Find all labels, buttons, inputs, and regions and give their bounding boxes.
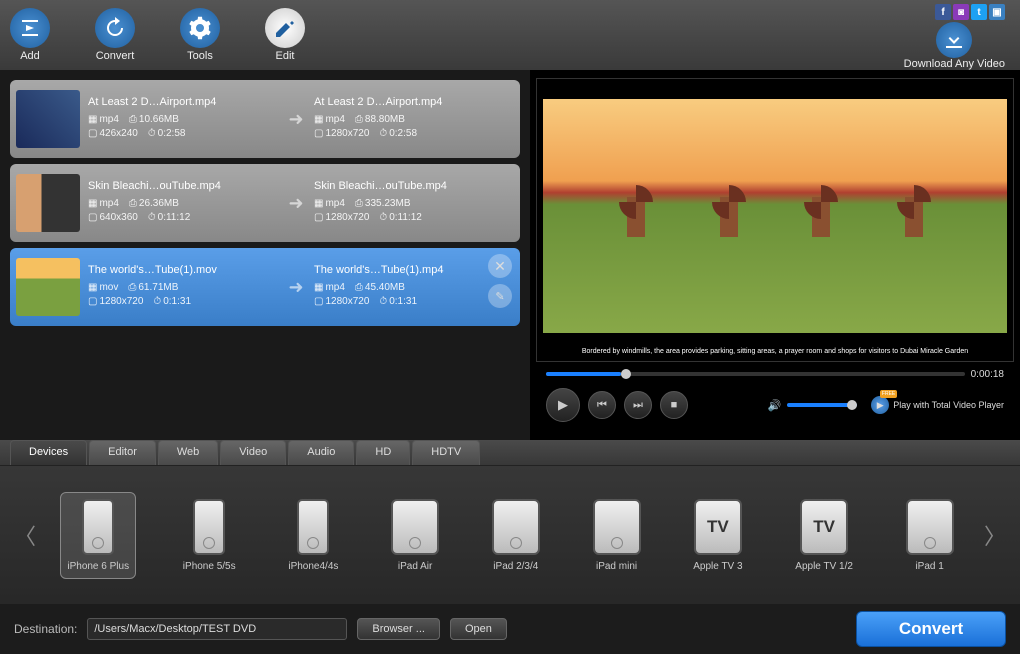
tab-devices[interactable]: Devices (10, 440, 87, 465)
add-button[interactable]: Add (10, 8, 50, 62)
volume-slider[interactable] (787, 403, 857, 407)
arrow-icon: ➜ (278, 277, 314, 298)
preview-caption: Bordered by windmills, the area provides… (537, 348, 1013, 355)
add-label: Add (20, 50, 40, 62)
next-button[interactable]: ⏭ (624, 391, 652, 419)
toolbar-right: f ◙ t ▣ Download Any Video (904, 4, 1005, 70)
close-icon[interactable]: ✕ (488, 254, 512, 278)
file-source: Skin Bleachi…ouTube.mp4 ▦ mp4⎙ 26.36MB ▢… (88, 180, 278, 226)
convert-label: Convert (96, 50, 135, 62)
download-label: Download Any Video (904, 58, 1005, 70)
seek-bar[interactable]: 0:00:18 (546, 368, 1004, 380)
device-ipadmini[interactable]: iPad mini (587, 493, 647, 578)
file-thumbnail (16, 174, 80, 232)
tools-button[interactable]: Tools (180, 8, 220, 62)
file-name: Skin Bleachi…ouTube.mp4 (314, 180, 504, 192)
file-name: At Least 2 D…Airport.mp4 (314, 96, 504, 108)
convert-icon (95, 8, 135, 48)
convert-main-button[interactable]: Convert (856, 611, 1006, 647)
file-dest: At Least 2 D…Airport.mp4 ▦ mp4⎙ 88.80MB … (314, 96, 504, 142)
destination-label: Destination: (14, 622, 77, 636)
file-thumbnail (16, 90, 80, 148)
tab-web[interactable]: Web (158, 440, 218, 465)
convert-button[interactable]: Convert (95, 8, 135, 62)
pencil-icon[interactable]: ✎ (488, 284, 512, 308)
browser-button[interactable]: Browser ... (357, 618, 440, 640)
tools-icon (180, 8, 220, 48)
device-iphone6plus[interactable]: iPhone 6 Plus (60, 492, 136, 579)
main-area: At Least 2 D…Airport.mp4 ▦ mp4⎙ 10.66MB … (0, 70, 1020, 440)
file-name: Skin Bleachi…ouTube.mp4 (88, 180, 278, 192)
play-with-total-player[interactable]: ▶ Play with Total Video Player (871, 396, 1004, 414)
device-appletv12[interactable]: TVApple TV 1/2 (789, 493, 859, 578)
main-toolbar: Add Convert Tools Edit f ◙ t ▣ Download … (0, 0, 1020, 70)
bottom-panel: Devices Editor Web Video Audio HD HDTV 〈… (0, 440, 1020, 654)
player-controls: 0:00:18 ▶ ⏮ ⏭ ■ 🔊 ▶ Play with Total Vide… (536, 362, 1014, 432)
facebook-icon[interactable]: f (935, 4, 951, 20)
device-iphone5[interactable]: iPhone 5/5s (177, 493, 242, 578)
download-any-video-button[interactable]: Download Any Video (904, 22, 1005, 70)
add-icon (10, 8, 50, 48)
file-list: At Least 2 D…Airport.mp4 ▦ mp4⎙ 10.66MB … (0, 70, 530, 440)
preview-panel: Bordered by windmills, the area provides… (530, 70, 1020, 440)
tab-audio[interactable]: Audio (288, 440, 354, 465)
download-icon (936, 22, 972, 58)
tab-hd[interactable]: HD (356, 440, 410, 465)
file-name: At Least 2 D…Airport.mp4 (88, 96, 278, 108)
prev-arrow-icon[interactable]: 〈 (10, 505, 40, 565)
edit-button[interactable]: Edit (265, 8, 305, 62)
tools-label: Tools (187, 50, 213, 62)
time-display: 0:00:18 (971, 369, 1004, 380)
camera-icon[interactable]: ▣ (989, 4, 1005, 20)
volume-icon[interactable]: 🔊 (768, 399, 782, 412)
social-links: f ◙ t ▣ (935, 4, 1005, 20)
play-with-label: Play with Total Video Player (893, 400, 1004, 410)
device-carousel: 〈 iPhone 6 Plus iPhone 5/5s iPhone4/4s i… (0, 466, 1020, 604)
device-ipadair[interactable]: iPad Air (385, 493, 445, 578)
file-item-selected[interactable]: The world's…Tube(1).mov ▦ mov⎙ 61.71MB ▢… (10, 248, 520, 326)
file-item[interactable]: At Least 2 D…Airport.mp4 ▦ mp4⎙ 10.66MB … (10, 80, 520, 158)
instagram-icon[interactable]: ◙ (953, 4, 969, 20)
output-tabs: Devices Editor Web Video Audio HD HDTV (0, 440, 1020, 466)
arrow-icon: ➜ (278, 193, 314, 214)
device-ipad1[interactable]: iPad 1 (900, 493, 960, 578)
edit-icon (265, 8, 305, 48)
play-button[interactable]: ▶ (546, 388, 580, 422)
tab-editor[interactable]: Editor (89, 440, 156, 465)
file-thumbnail (16, 258, 80, 316)
file-source: The world's…Tube(1).mov ▦ mov⎙ 61.71MB ▢… (88, 264, 278, 310)
stop-button[interactable]: ■ (660, 391, 688, 419)
player-icon: ▶ (871, 396, 889, 414)
device-ipad234[interactable]: iPad 2/3/4 (486, 493, 546, 578)
destination-bar: Destination: Browser ... Open Convert (0, 604, 1020, 654)
preview-screen: Bordered by windmills, the area provides… (536, 78, 1014, 362)
open-button[interactable]: Open (450, 618, 507, 640)
file-name: The world's…Tube(1).mp4 (314, 264, 504, 276)
next-arrow-icon[interactable]: 〉 (980, 505, 1010, 565)
device-iphone4[interactable]: iPhone4/4s (282, 493, 344, 578)
file-name: The world's…Tube(1).mov (88, 264, 278, 276)
tab-hdtv[interactable]: HDTV (412, 440, 480, 465)
file-item[interactable]: Skin Bleachi…ouTube.mp4 ▦ mp4⎙ 26.36MB ▢… (10, 164, 520, 242)
device-appletv3[interactable]: TVApple TV 3 (687, 493, 748, 578)
arrow-icon: ➜ (278, 109, 314, 130)
file-dest: Skin Bleachi…ouTube.mp4 ▦ mp4⎙ 335.23MB … (314, 180, 504, 226)
destination-input[interactable] (87, 618, 347, 640)
prev-button[interactable]: ⏮ (588, 391, 616, 419)
preview-image (543, 99, 1007, 333)
file-dest: The world's…Tube(1).mp4 ▦ mp4⎙ 45.40MB ▢… (314, 264, 504, 310)
edit-label: Edit (276, 50, 295, 62)
twitter-icon[interactable]: t (971, 4, 987, 20)
tab-video[interactable]: Video (220, 440, 286, 465)
file-source: At Least 2 D…Airport.mp4 ▦ mp4⎙ 10.66MB … (88, 96, 278, 142)
